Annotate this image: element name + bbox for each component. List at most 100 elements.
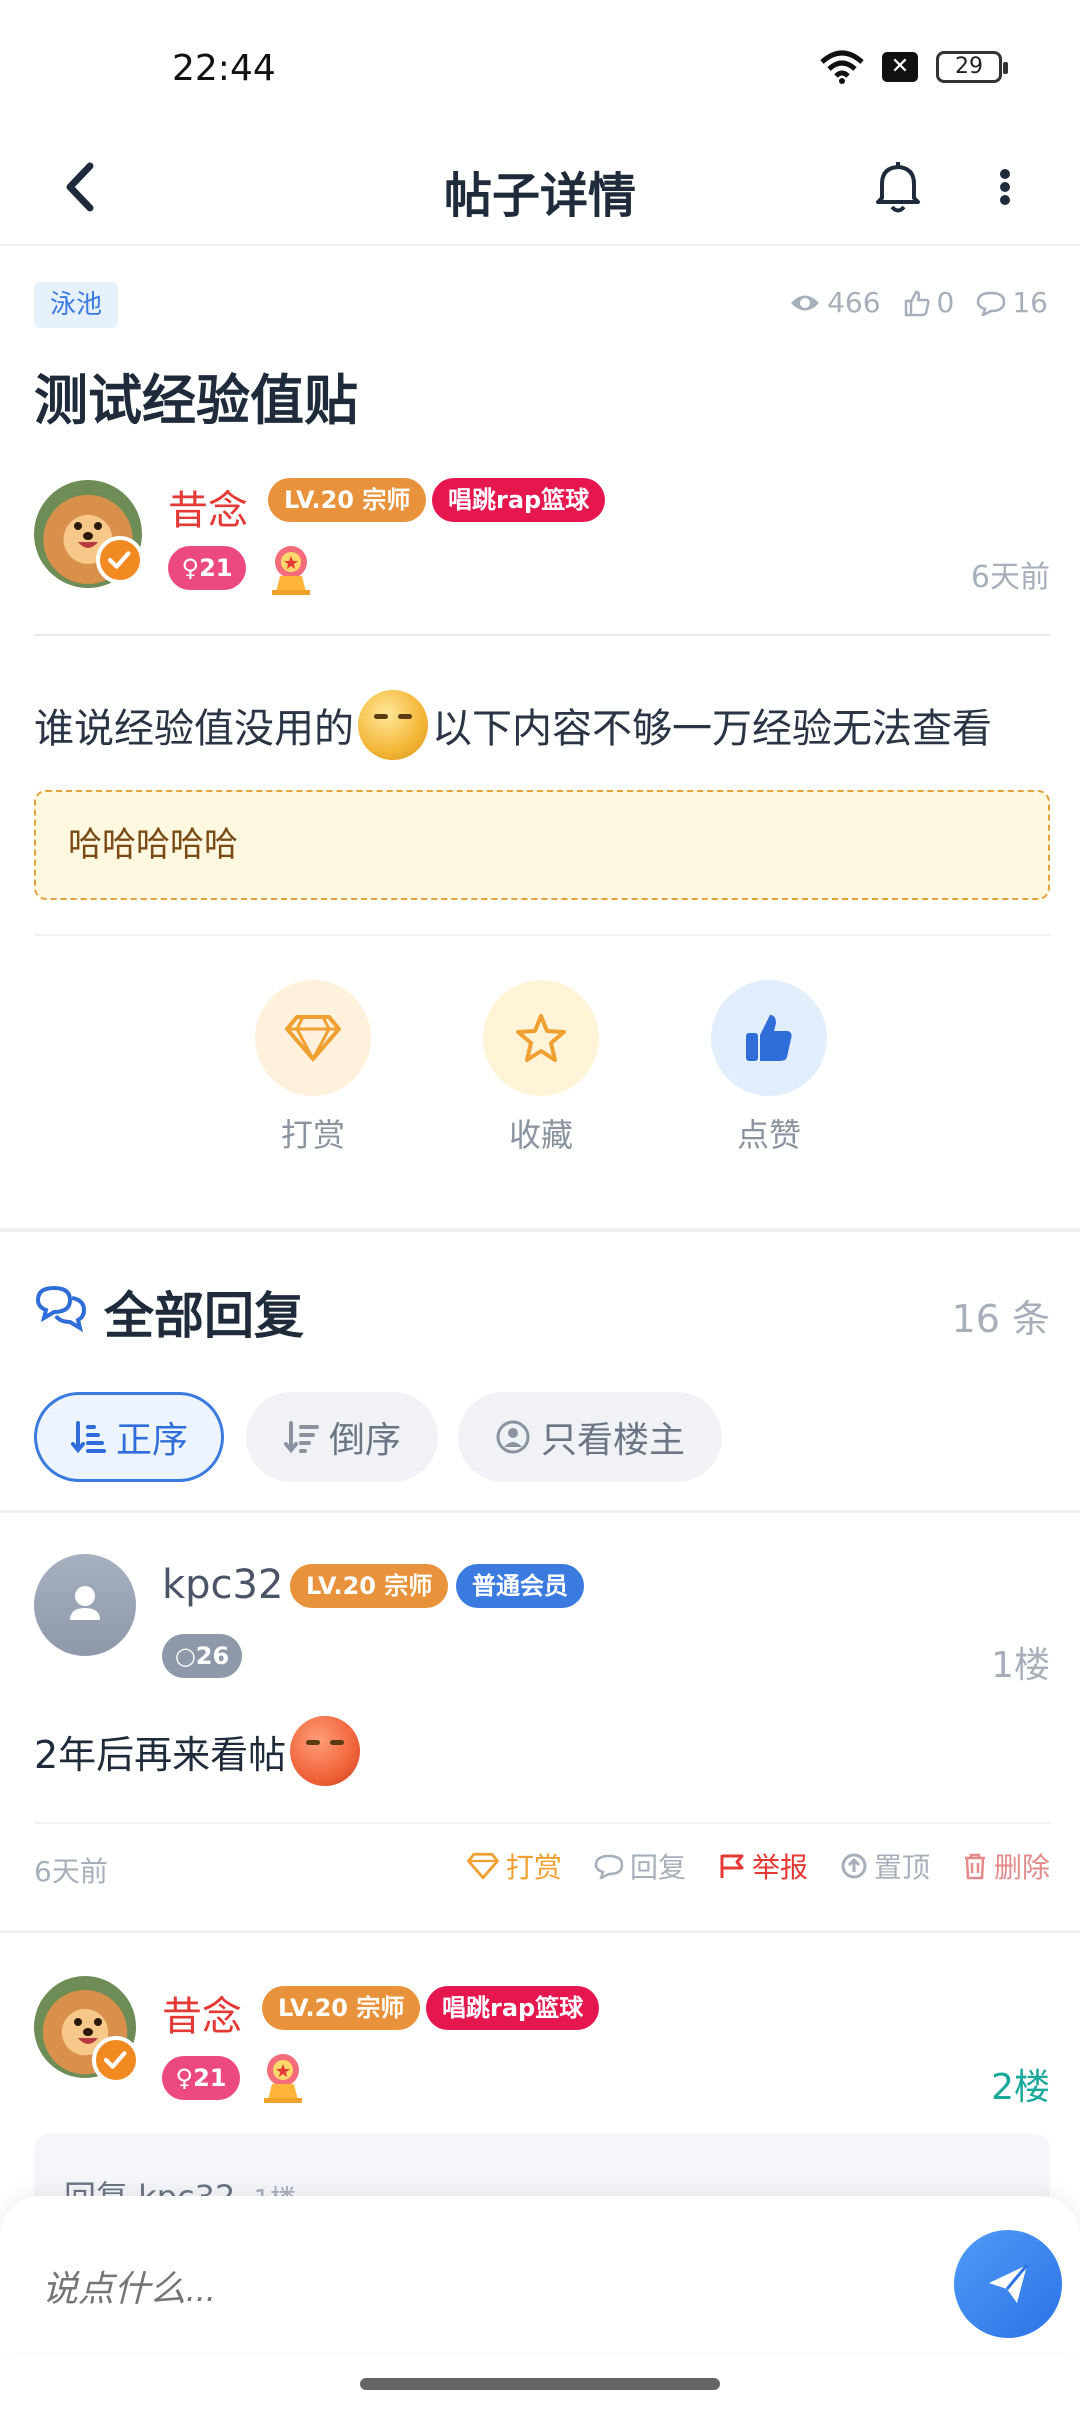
reply-reward-label: 打赏 [505, 1851, 562, 1884]
gender-age-badge: ○26 [162, 1634, 242, 1678]
section-separator [0, 1228, 1080, 1232]
divider [34, 934, 1050, 936]
diamond-icon [466, 1852, 499, 1880]
smug-emoji-icon [290, 1716, 361, 1786]
verified-check-icon [92, 2036, 140, 2084]
level-badge: LV.20 宗师 [290, 1564, 449, 1608]
medal-icon [264, 2054, 302, 2103]
post-time: 6天前 [970, 560, 1050, 595]
eye-icon [791, 295, 820, 310]
like-circle [711, 980, 827, 1096]
reply-pin-label: 置顶 [873, 1851, 930, 1884]
favorite-button[interactable]: 收藏 [481, 980, 601, 1156]
thumb-up-outline-icon [904, 290, 930, 316]
default-user-icon [70, 1586, 100, 1620]
smirk-emoji-icon [358, 690, 428, 760]
views-stat: 466 [789, 286, 881, 319]
bell-icon[interactable] [868, 152, 928, 222]
verified-check-icon [96, 536, 144, 584]
views-count: 466 [827, 286, 881, 319]
star-icon [516, 1014, 566, 1062]
post-stats: 466 0 16 [789, 286, 1048, 319]
reply-text: 2年后再来看帖 [34, 1732, 287, 1777]
comment-input-bar [0, 2196, 1080, 2352]
likes-count: 0 [936, 286, 955, 319]
owner-only-label: 只看楼主 [540, 1420, 685, 1461]
section-separator [0, 1930, 1080, 1933]
favorite-circle [483, 980, 599, 1096]
reply-author-name[interactable]: kpc32 [162, 1562, 283, 1608]
reward-circle [255, 980, 371, 1096]
avatar[interactable] [34, 1554, 136, 1656]
reply-report-label: 举报 [751, 1851, 808, 1884]
floor-number: 1楼 [991, 1645, 1050, 1686]
sort-asc-button[interactable]: 正序 [34, 1392, 224, 1482]
reply-pin-button[interactable]: 置顶 [840, 1846, 930, 1886]
divider [34, 634, 1050, 636]
wifi-icon [820, 50, 864, 84]
level-badge: LV.20 宗师 [262, 1986, 421, 2030]
like-label: 点赞 [736, 1116, 801, 1154]
send-button[interactable] [954, 2230, 1062, 2338]
diamond-icon [285, 1015, 341, 1063]
reply-delete-button[interactable]: 删除 [962, 1846, 1050, 1886]
sort-asc-icon [70, 1421, 106, 1454]
post-author: 昔念 LV.20 宗师 唱跳rap篮球 ♀21 6天前 [34, 478, 1050, 628]
gender-age-badge: ♀21 [162, 2056, 240, 2100]
floor-number: 2楼 [991, 2067, 1050, 2108]
replies-count: 16 条 [951, 1297, 1050, 1341]
hidden-content-box: 哈哈哈哈哈 [34, 790, 1050, 900]
post-actions: 打赏 收藏 点赞 [0, 980, 1080, 1154]
owner-only-button[interactable]: 只看楼主 [458, 1392, 722, 1482]
reply-time: 6天前 [34, 1855, 108, 1888]
like-button[interactable]: 点赞 [709, 980, 829, 1156]
post-body: 谁说经验值没用的 以下内容不够一万经验无法查看 [34, 690, 992, 760]
reward-button[interactable]: 打赏 [253, 980, 373, 1156]
section-separator [0, 1510, 1080, 1513]
comment-input[interactable] [0, 2196, 940, 2352]
member-badge: 普通会员 [456, 1564, 584, 1608]
reply-author-name[interactable]: 昔念 [162, 1984, 242, 2042]
reply-delete-label: 删除 [993, 1851, 1050, 1884]
reply-reply-button[interactable]: 回复 [594, 1846, 686, 1886]
reply-reply-label: 回复 [629, 1851, 686, 1884]
user-circle-icon [496, 1420, 530, 1454]
thumb-up-icon [746, 1015, 792, 1061]
title-badge: 唱跳rap篮球 [432, 478, 606, 522]
comments-stat: 16 [976, 286, 1048, 319]
battery-icon: 29 [936, 51, 1008, 83]
top-nav-bar: 帖子详情 [0, 130, 1080, 246]
sort-asc-label: 正序 [115, 1420, 188, 1461]
favorite-label: 收藏 [508, 1116, 573, 1154]
post-body-text: 谁说经验值没用的 [34, 706, 354, 752]
post-title: 测试经验值贴 [34, 369, 358, 432]
sort-desc-button[interactable]: 倒序 [246, 1392, 438, 1482]
medal-icon [272, 546, 310, 595]
title-badge: 唱跳rap篮球 [426, 1986, 600, 2030]
status-bar: 22:44 ✕ 29 [0, 0, 1080, 130]
home-indicator [360, 2378, 720, 2390]
sort-desc-icon [283, 1421, 319, 1454]
more-vertical-icon[interactable] [990, 152, 1020, 222]
reply-actions: 打赏 回复 举报 置顶 删除 [466, 1846, 1050, 1886]
level-badge: LV.20 宗师 [268, 478, 427, 522]
reply-report-button[interactable]: 举报 [718, 1846, 808, 1886]
trash-icon [964, 1853, 985, 1880]
replies-header: 全部回复 16 条 [34, 1276, 1050, 1346]
author-name[interactable]: 昔念 [168, 478, 248, 536]
reply-content: 2年后再来看帖 [34, 1716, 364, 1786]
reply-meta: 6天前 打赏 回复 举报 置顶 删除 [34, 1842, 1050, 1892]
post-body-text-2: 以下内容不够一万经验无法查看 [432, 706, 992, 752]
reply-reward-button[interactable]: 打赏 [466, 1846, 562, 1886]
status-icons: ✕ 29 [820, 50, 1008, 84]
gender-age-badge: ♀21 [168, 546, 246, 590]
board-tag[interactable]: 泳池 [34, 282, 119, 328]
sim-none-icon: ✕ [882, 52, 918, 82]
flag-icon [720, 1854, 744, 1878]
status-time: 22:44 [172, 48, 276, 89]
comment-icon [977, 291, 1006, 316]
comments-count: 16 [1012, 286, 1048, 319]
reward-label: 打赏 [280, 1116, 345, 1154]
likes-stat: 0 [903, 286, 955, 319]
replies-title: 全部回复 [104, 1287, 304, 1345]
